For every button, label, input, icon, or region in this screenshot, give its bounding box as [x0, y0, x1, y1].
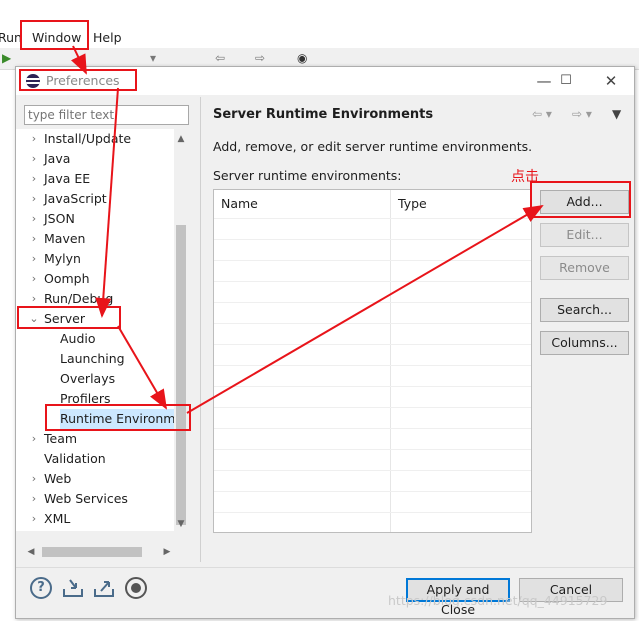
annotation-arrows [70, 45, 544, 414]
